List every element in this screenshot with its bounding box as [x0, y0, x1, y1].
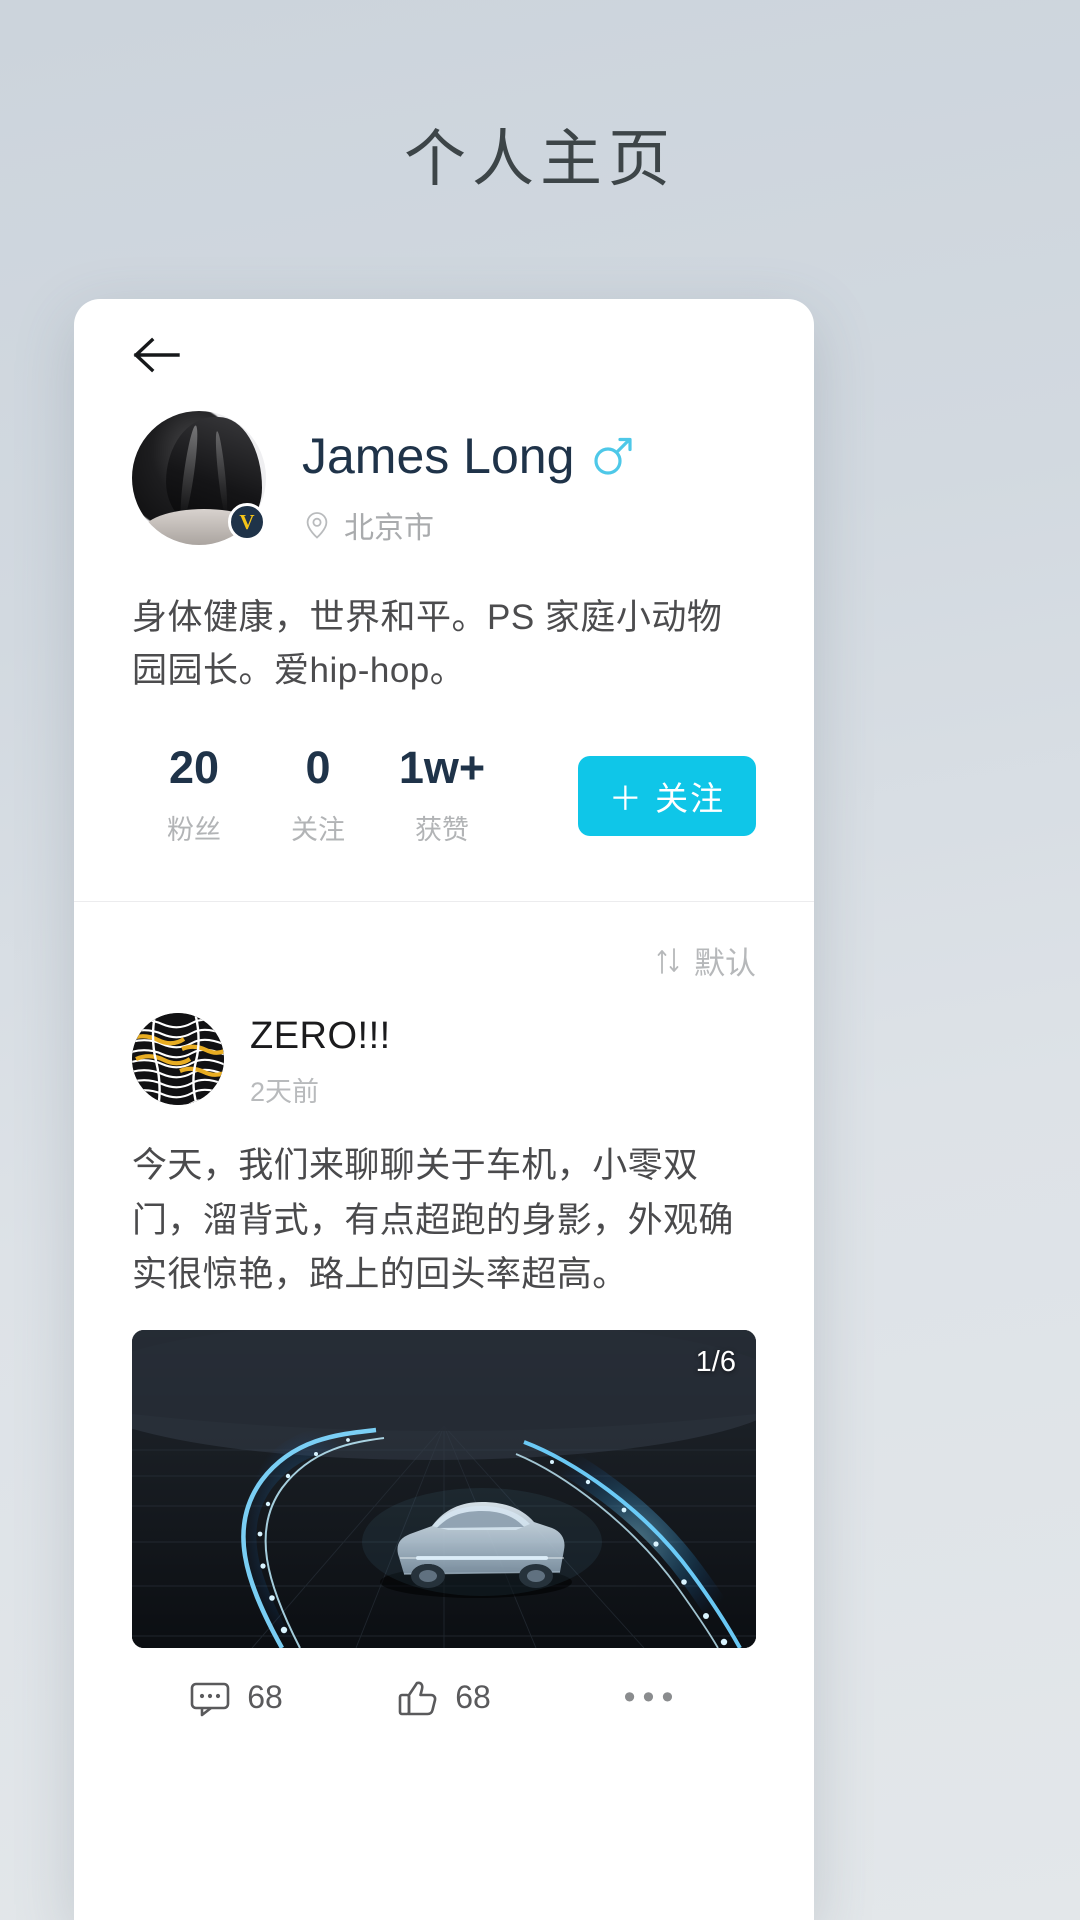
location-row: 北京市: [302, 503, 634, 547]
top-nav-bar: [74, 299, 814, 411]
more-action[interactable]: •••: [548, 1678, 756, 1717]
feed-section: 默认 ZERO!!! 2天前 今天，我们来聊聊关于车机，小零双门，溜背式，有点超…: [74, 902, 814, 1718]
concept-car-image: [132, 1330, 756, 1649]
like-count: 68: [455, 1679, 491, 1716]
male-gender-icon: [590, 434, 634, 478]
feed-post: ZERO!!! 2天前 今天，我们来聊聊关于车机，小零双门，溜背式，有点超跑的身…: [74, 1013, 814, 1717]
post-author-name: ZERO!!!: [250, 1015, 391, 1058]
comment-action[interactable]: 68: [132, 1679, 340, 1717]
like-action[interactable]: 68: [340, 1679, 548, 1717]
verified-badge: V: [228, 503, 266, 541]
post-header: ZERO!!! 2天前: [132, 1013, 756, 1109]
post-meta: ZERO!!! 2天前: [250, 1013, 391, 1109]
profile-header: V James Long 北京市 身体健康，世界和平。PS 家庭小动物园园长。爱…: [74, 411, 814, 901]
follow-button[interactable]: ＋ 关注: [578, 756, 756, 837]
stat-label: 获赞: [415, 815, 469, 846]
stat-label: 关注: [291, 815, 345, 846]
more-dots-icon: •••: [623, 1678, 681, 1717]
page-title: 个人主页: [403, 125, 676, 194]
page-title-username: James Long: [302, 428, 575, 484]
stat-value: 20: [168, 742, 220, 794]
avatar[interactable]: V: [132, 411, 266, 545]
stat-likes[interactable]: 1w+ 获赞: [380, 745, 504, 847]
profile-stats-row: 20 粉丝 0 关注 1w+ 获赞 ＋ 关注: [132, 745, 756, 901]
post-timestamp: 2天前: [250, 1077, 320, 1108]
comment-count: 68: [247, 1679, 283, 1716]
post-action-bar: 68 68 •••: [132, 1652, 756, 1717]
profile-identity-row: V James Long 北京市: [132, 411, 756, 547]
name-row: James Long: [302, 427, 634, 485]
post-body-text: 今天，我们来聊聊关于车机，小零双门，溜背式，有点超跑的身影，外观确实很惊艳，路上…: [132, 1146, 734, 1294]
arrow-left-icon[interactable]: [132, 335, 180, 375]
sort-control[interactable]: 默认: [74, 902, 814, 1013]
post-author-avatar[interactable]: [132, 1013, 224, 1106]
thumbs-up-icon: [397, 1679, 439, 1717]
sort-arrows-icon: [654, 947, 682, 975]
stat-following[interactable]: 0 关注: [256, 745, 380, 847]
post-media[interactable]: 1/6: [132, 1330, 756, 1649]
profile-bio: 身体健康，世界和平。PS 家庭小动物园园长。爱hip-hop。: [132, 598, 723, 691]
stat-followers[interactable]: 20 粉丝: [132, 745, 256, 847]
location-label: 北京市: [344, 512, 434, 545]
sort-label: 默认: [694, 946, 756, 982]
stat-value: 0: [305, 742, 331, 794]
identity-text-block: James Long 北京市: [302, 411, 634, 547]
stat-value: 1w+: [398, 742, 486, 794]
comment-bubble-icon: [189, 1679, 231, 1717]
profile-card: V James Long 北京市 身体健康，世界和平。PS 家庭小动物园园长。爱…: [74, 299, 814, 1920]
media-counter: 1/6: [695, 1346, 736, 1379]
location-pin-icon: [302, 510, 332, 540]
stat-label: 粉丝: [167, 815, 221, 846]
